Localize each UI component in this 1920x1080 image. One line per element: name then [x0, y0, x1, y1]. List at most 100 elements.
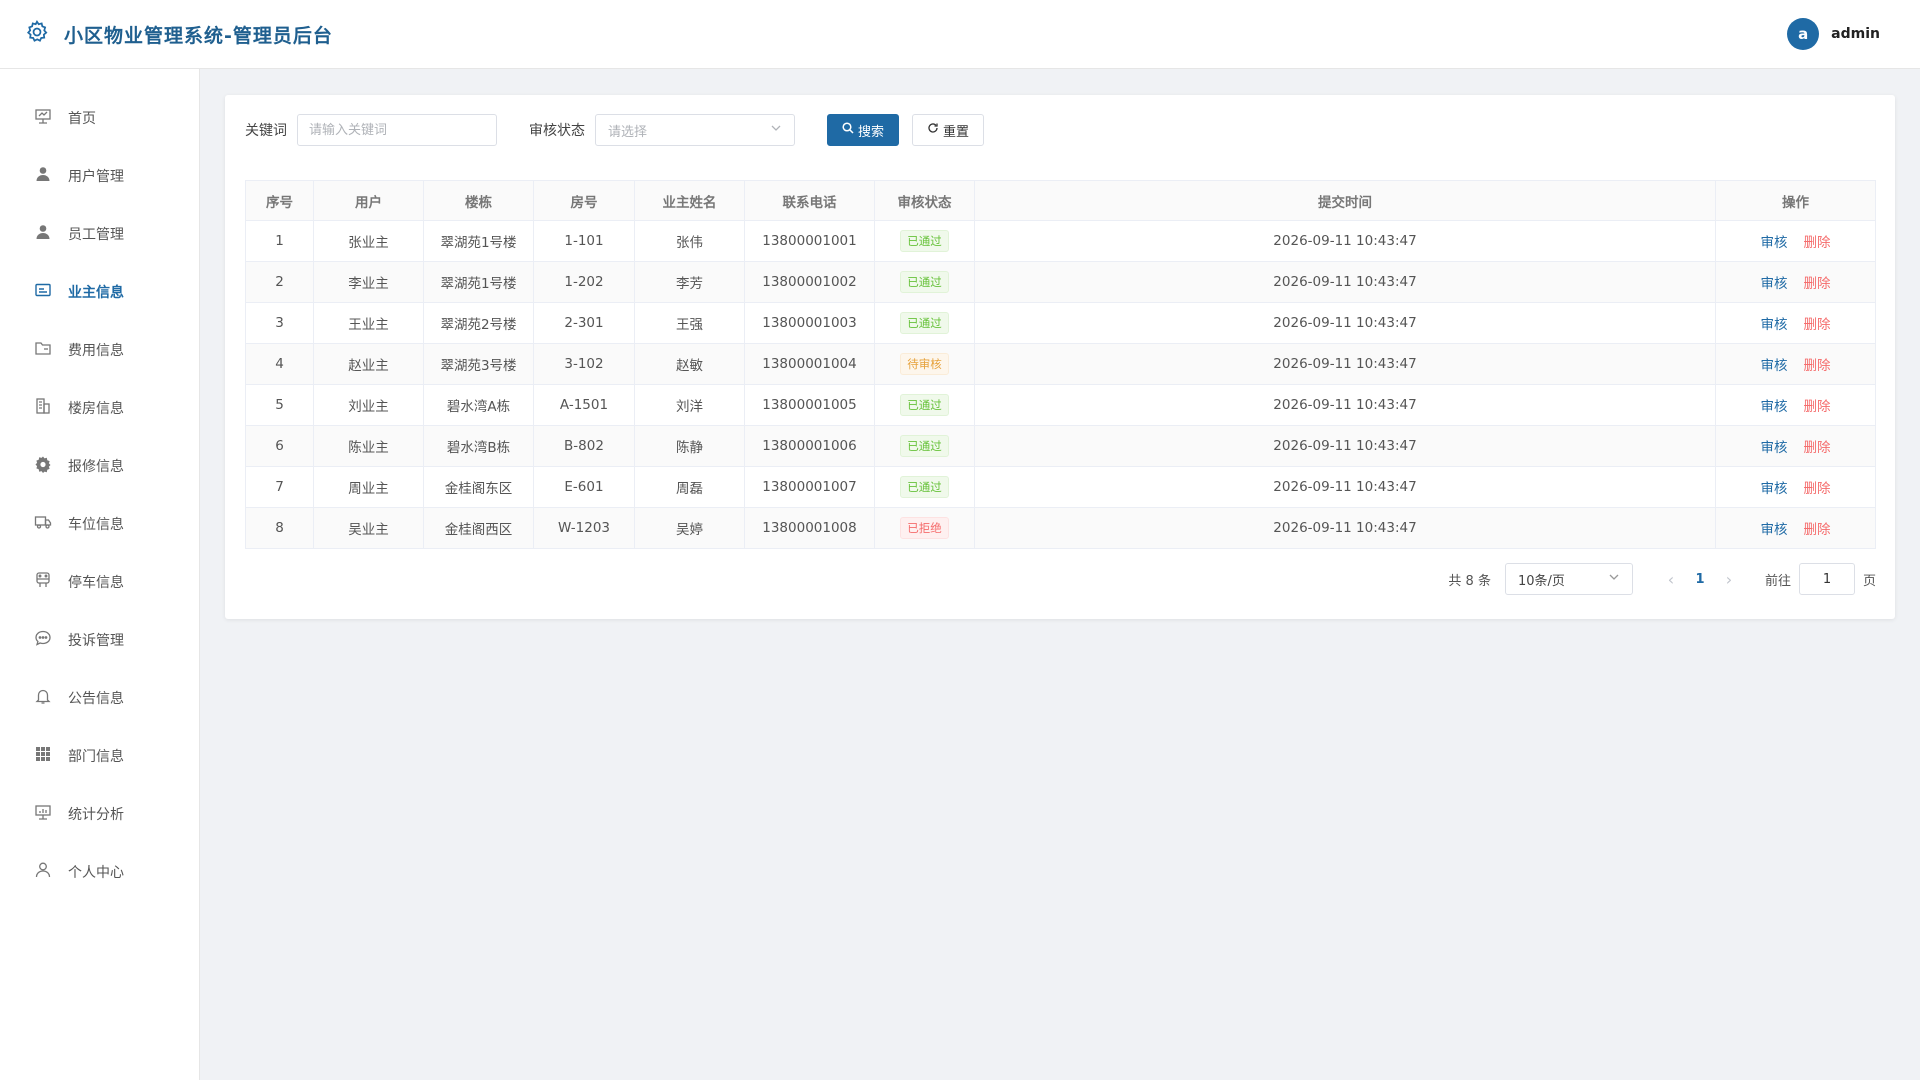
- building-icon: [34, 397, 52, 419]
- status-badge: 已通过: [900, 271, 949, 293]
- username[interactable]: admin: [1831, 26, 1880, 42]
- status-badge: 已通过: [900, 476, 949, 498]
- audit-button[interactable]: 审核: [1761, 276, 1788, 292]
- delete-button[interactable]: 删除: [1804, 481, 1831, 497]
- row-room: E-601: [533, 466, 635, 508]
- next-page-button[interactable]: ›: [1715, 570, 1743, 589]
- row-phone: 13800001007: [744, 466, 875, 508]
- app-title: 小区物业管理系统-管理员后台: [64, 24, 333, 47]
- column-header: 用户: [313, 180, 424, 221]
- audit-button[interactable]: 审核: [1761, 399, 1788, 415]
- chart-board-icon: [34, 803, 52, 825]
- row-room: B-802: [533, 425, 635, 467]
- row-status-cell: 已拒绝: [874, 507, 975, 549]
- sidebar-item-notices[interactable]: 公告信息: [0, 669, 199, 727]
- truck-icon: [34, 513, 52, 535]
- keyword-label: 关键词: [245, 123, 287, 139]
- delete-button[interactable]: 删除: [1804, 317, 1831, 333]
- row-room: 1-202: [533, 261, 635, 303]
- delete-button[interactable]: 删除: [1804, 440, 1831, 456]
- audit-button[interactable]: 审核: [1761, 440, 1788, 456]
- page-number[interactable]: 1: [1685, 572, 1715, 587]
- sidebar-item-label: 统计分析: [68, 807, 124, 823]
- sidebar-item-profile[interactable]: 个人中心: [0, 843, 199, 901]
- row-building: 翠湖苑1号楼: [423, 220, 534, 262]
- gear-icon: [34, 455, 52, 477]
- sidebar-item-label: 车位信息: [68, 517, 124, 533]
- status-select[interactable]: 请选择: [595, 114, 795, 146]
- brand: 小区物业管理系统-管理员后台: [24, 19, 333, 49]
- audit-button[interactable]: 审核: [1761, 235, 1788, 251]
- sidebar-item-staff[interactable]: 员工管理: [0, 205, 199, 263]
- delete-button[interactable]: 删除: [1804, 522, 1831, 538]
- row-owner-name: 刘洋: [634, 384, 745, 426]
- top-header: 小区物业管理系统-管理员后台 a admin: [0, 0, 1920, 69]
- row-owner-name: 周磊: [634, 466, 745, 508]
- delete-button[interactable]: 删除: [1804, 358, 1831, 374]
- sidebar-item-home[interactable]: 首页: [0, 89, 199, 147]
- avatar[interactable]: a: [1787, 18, 1820, 50]
- status-badge: 待审核: [900, 353, 949, 375]
- audit-button[interactable]: 审核: [1761, 481, 1788, 497]
- sidebar-item-statistics[interactable]: 统计分析: [0, 785, 199, 843]
- row-phone: 13800001006: [744, 425, 875, 467]
- sidebar-item-label: 投诉管理: [68, 633, 124, 649]
- column-header: 操作: [1715, 180, 1876, 221]
- row-submit-time: 2026-09-11 10:43:47: [974, 261, 1716, 303]
- sidebar-item-label: 停车信息: [68, 575, 124, 591]
- row-owner-name: 陈静: [634, 425, 745, 467]
- row-owner-name: 吴婷: [634, 507, 745, 549]
- user-solid-icon: [34, 165, 52, 187]
- goto-page-input[interactable]: [1798, 563, 1855, 595]
- chat-icon: [34, 629, 52, 651]
- row-user: 周业主: [313, 466, 424, 508]
- audit-button[interactable]: 审核: [1761, 317, 1788, 333]
- refresh-icon: [927, 122, 939, 138]
- user-outline-icon: [34, 861, 52, 883]
- row-actions: 审核 删除: [1715, 261, 1876, 303]
- row-room: W-1203: [533, 507, 635, 549]
- goto-label: 前往: [1764, 573, 1791, 589]
- sidebar-item-buildings[interactable]: 楼房信息: [0, 379, 199, 437]
- audit-button[interactable]: 审核: [1761, 522, 1788, 538]
- gear-icon: [24, 19, 50, 49]
- table-header-row: 序号 用户 楼栋 房号 业主姓名 联系电话 审核状态 提交时间 操作: [245, 180, 1876, 221]
- row-phone: 13800001008: [744, 507, 875, 549]
- delete-button[interactable]: 删除: [1804, 235, 1831, 251]
- row-index: 6: [245, 425, 314, 467]
- keyword-input[interactable]: [297, 114, 497, 146]
- user-solid-icon: [34, 223, 52, 245]
- sidebar-item-repairs[interactable]: 报修信息: [0, 437, 199, 495]
- row-phone: 13800001003: [744, 302, 875, 344]
- status-badge: 已通过: [900, 435, 949, 457]
- sidebar-item-parking-spaces[interactable]: 车位信息: [0, 495, 199, 553]
- audit-button[interactable]: 审核: [1761, 358, 1788, 374]
- row-owner-name: 李芳: [634, 261, 745, 303]
- status-badge: 已通过: [900, 230, 949, 252]
- page-size-select[interactable]: 10条/页: [1504, 563, 1633, 595]
- user-menu[interactable]: a admin: [1787, 18, 1880, 50]
- row-building: 碧水湾B栋: [423, 425, 534, 467]
- delete-button[interactable]: 删除: [1804, 399, 1831, 415]
- sidebar-item-departments[interactable]: 部门信息: [0, 727, 199, 785]
- row-index: 2: [245, 261, 314, 303]
- row-user: 刘业主: [313, 384, 424, 426]
- sidebar-item-complaints[interactable]: 投诉管理: [0, 611, 199, 669]
- table-row: 1 张业主 翠湖苑1号楼 1-101 张伟 13800001001 已通过 2026-09-1…: [245, 220, 1876, 262]
- grid-icon: [34, 745, 52, 767]
- row-building: 翠湖苑1号楼: [423, 261, 534, 303]
- reset-button[interactable]: 重置: [912, 114, 985, 146]
- row-status-cell: 已通过: [874, 384, 975, 426]
- sidebar-item-label: 个人中心: [68, 865, 124, 881]
- sidebar-item-label: 首页: [68, 111, 96, 127]
- delete-button[interactable]: 删除: [1804, 276, 1831, 292]
- bell-icon: [34, 687, 52, 709]
- row-user: 吴业主: [313, 507, 424, 549]
- sidebar-item-fees[interactable]: 费用信息: [0, 321, 199, 379]
- prev-page-button[interactable]: ‹: [1657, 570, 1685, 589]
- sidebar-item-owners[interactable]: 业主信息: [0, 263, 199, 321]
- sidebar-item-users[interactable]: 用户管理: [0, 147, 199, 205]
- search-button[interactable]: 搜索: [827, 114, 900, 146]
- sidebar-item-parking[interactable]: 停车信息: [0, 553, 199, 611]
- reset-button-label: 重置: [943, 124, 970, 140]
